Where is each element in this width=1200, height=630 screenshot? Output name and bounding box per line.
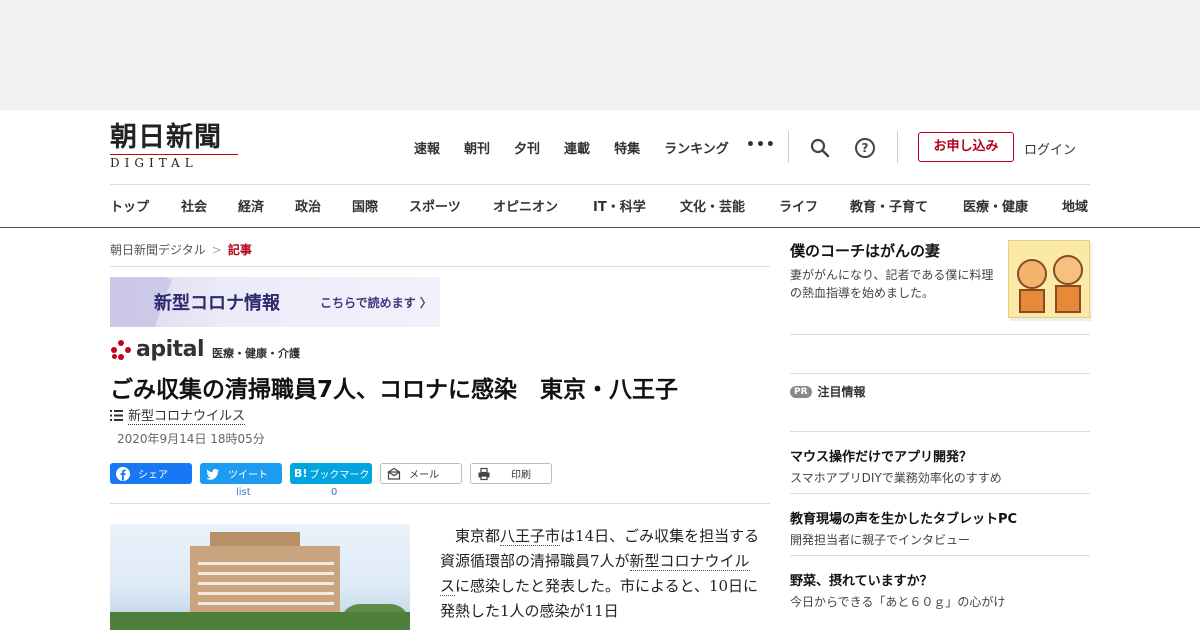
banner-link: こちらで読めます 〉 (320, 296, 432, 310)
mail-share-button[interactable]: メール (380, 463, 462, 484)
topnav-item-ranking[interactable]: ランキング (664, 138, 729, 157)
sidebar-rule-2 (790, 373, 1090, 374)
sidebar-rule-4 (790, 493, 1090, 494)
hatena-b-icon: B! (294, 467, 308, 480)
breadcrumb-current: 記事 (227, 243, 252, 257)
login-link[interactable]: ログイン (1024, 139, 1076, 158)
breadcrumb: 朝日新聞デジタル > 記事 (110, 241, 252, 258)
pr-ad-desc-1[interactable]: スマホアプリDIYで業務効率化のすすめ (790, 469, 1002, 486)
article-date: 2020年9月14日 18時05分 (117, 432, 265, 446)
apital-logo-icon (110, 339, 132, 361)
apital-wordmark: apital (136, 337, 205, 362)
photo-trees (110, 612, 410, 630)
list-icon (110, 409, 123, 421)
breadcrumb-separator: > (211, 243, 222, 257)
more-menu-icon[interactable]: ••• (746, 137, 776, 153)
topnav-item-tokushu[interactable]: 特集 (614, 138, 640, 157)
topic-link[interactable]: 新型コロナウイルス (128, 405, 246, 425)
print-label: 印刷 (511, 470, 531, 481)
category-item-economy[interactable]: 経済 (238, 196, 264, 215)
topnav-item-sokuho[interactable]: 速報 (414, 138, 440, 157)
twitter-share-label: ツイート (228, 470, 268, 481)
article-photo[interactable] (110, 524, 410, 630)
body-link-hachioji[interactable]: 八王子市 (500, 527, 561, 546)
category-item-life[interactable]: ライフ (779, 196, 818, 215)
topnav-item-choukan[interactable]: 朝刊 (464, 138, 490, 157)
pr-ad-title-2[interactable]: 教育現場の声を生かしたタブレットPC (790, 508, 1017, 527)
facebook-icon (116, 466, 130, 481)
pr-ad-title-3[interactable]: 野菜、摂れていますか？ (790, 570, 933, 589)
pr-ad-title-1[interactable]: マウス操作だけでアプリ開発？ (790, 446, 972, 465)
ad-banner-area (0, 0, 1200, 110)
hatena-bookmark-label: ブックマーク (309, 470, 370, 481)
share-rule (110, 503, 770, 504)
pr-ad-desc-2[interactable]: 開発担当者に親子でインタビュー (790, 531, 970, 548)
header-divider (788, 131, 789, 163)
sidebar-feature-desc: 妻ががんになり、記者である僕に料理の熱血指導を始めました。 (790, 268, 994, 300)
pr-header: PR 注目情報 (790, 383, 866, 400)
site-logo[interactable]: 朝日新聞 DIGITAL (110, 124, 242, 170)
apital-category: 医療・健康・介護 (212, 346, 301, 360)
hatena-bookmark-button[interactable]: B! ブックマーク (290, 463, 372, 484)
top-nav: 速報 朝刊 夕刊 連載 特集 ランキング (414, 138, 753, 157)
body-text-1: 東京都 (440, 527, 501, 545)
logo-main-text: 朝日新聞 (110, 122, 222, 153)
category-item-sports[interactable]: スポーツ (409, 196, 461, 215)
twitter-count[interactable]: list (236, 487, 251, 498)
pr-badge: PR (790, 385, 812, 398)
sidebar-rule-3 (790, 431, 1090, 432)
topnav-item-rensai[interactable]: 連載 (564, 138, 590, 157)
twitter-bird-icon (206, 468, 219, 480)
category-item-international[interactable]: 国際 (352, 196, 378, 215)
corona-info-banner[interactable]: 新型コロナ情報 こちらで読めます 〉 (110, 277, 440, 327)
category-item-society[interactable]: 社会 (181, 196, 207, 215)
twitter-share-button[interactable]: ツイート (200, 463, 282, 484)
body-text-3: に感染したと発表した。市によると、10日に発熱した1人の感染が11日 (440, 577, 759, 620)
category-item-politics[interactable]: 政治 (295, 196, 321, 215)
category-item-culture[interactable]: 文化・芸能 (680, 196, 745, 215)
printer-icon (478, 467, 490, 480)
apply-button[interactable]: お申し込み (918, 132, 1014, 162)
article-topic: 新型コロナウイルス (110, 405, 246, 425)
category-item-top[interactable]: トップ (110, 196, 149, 215)
apital-brand[interactable]: apital 医療・健康・介護 (110, 337, 300, 362)
help-icon[interactable]: ? (855, 138, 875, 158)
sidebar-rule-5 (790, 555, 1090, 556)
header-divider-2 (897, 131, 898, 163)
category-item-education[interactable]: 教育・子育て (850, 196, 928, 215)
breadcrumb-home[interactable]: 朝日新聞デジタル (110, 243, 206, 257)
category-item-region[interactable]: 地域 (1062, 196, 1088, 215)
category-item-opinion[interactable]: オピニオン (493, 196, 558, 215)
facebook-share-label: シェア (138, 470, 168, 481)
mail-share-label: メール (409, 470, 439, 481)
category-item-it-science[interactable]: IT・科学 (593, 196, 646, 215)
pr-label: 注目情報 (817, 385, 866, 399)
sidebar-feature[interactable]: 僕のコーチはがんの妻 妻ががんになり、記者である僕に料理の熱血指導を始めました。 (790, 240, 1000, 302)
hatena-count[interactable]: 0 (331, 487, 337, 498)
print-button[interactable]: 印刷 (470, 463, 552, 484)
category-item-health[interactable]: 医療・健康 (963, 196, 1028, 215)
article-headline: ごみ収集の清掃職員7人、コロナに感染 東京・八王子 (110, 377, 679, 403)
nav-bottom-rule (0, 227, 1200, 228)
mail-icon (387, 467, 401, 480)
category-nav: トップ 社会 経済 政治 国際 スポーツ オピニオン IT・科学 文化・芸能 ラ… (110, 196, 1090, 216)
banner-title: 新型コロナ情報 (154, 293, 280, 314)
header-rule (110, 184, 1090, 185)
logo-sub-text: DIGITAL (110, 154, 238, 170)
sidebar-feature-illustration[interactable] (1008, 240, 1090, 318)
pr-ad-desc-3[interactable]: 今日からできる「あと６０ｇ」の心がけ (790, 593, 1005, 610)
facebook-share-button[interactable]: シェア (110, 463, 192, 484)
article-body: 東京都八王子市は14日、ごみ収集を担当する資源循環部の清掃職員7人が新型コロナウ… (440, 524, 760, 624)
sidebar-feature-title: 僕のコーチはがんの妻 (790, 242, 941, 260)
search-icon[interactable] (810, 138, 830, 158)
topnav-item-yukan[interactable]: 夕刊 (514, 138, 540, 157)
sidebar-rule-1 (790, 334, 1090, 335)
breadcrumb-rule (110, 266, 770, 267)
